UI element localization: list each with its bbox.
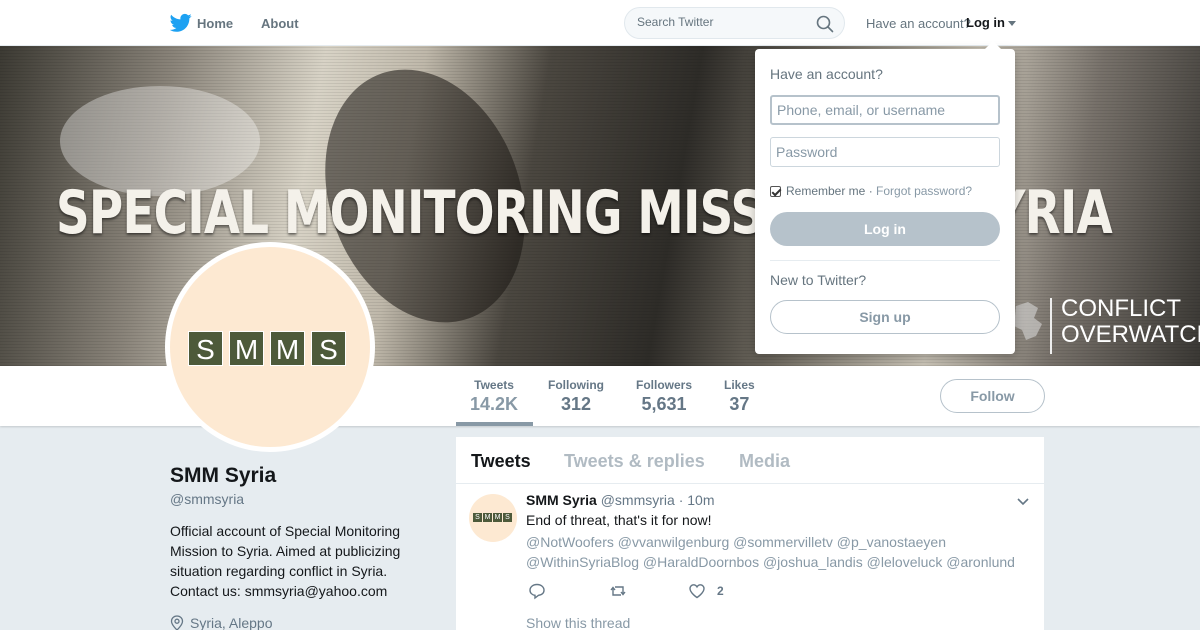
profile-location: Syria, Aleppo: [170, 615, 273, 630]
remember-me-row: Remember me · Forgot password?: [770, 184, 972, 198]
dropdown-arrow: [985, 41, 1001, 49]
profile-handle[interactable]: @smmsyria: [170, 491, 244, 507]
tab-tweets[interactable]: Tweets: [471, 451, 531, 472]
world-map-icon: [1014, 302, 1042, 340]
stat-tweets[interactable]: Tweets 14.2K: [470, 378, 518, 415]
logo-letter: M: [229, 331, 264, 366]
tweet-separator: ·: [678, 492, 684, 508]
tweet-actions: 2: [526, 582, 826, 602]
tweet-header: SMM Syria @smmsyria · 10m: [526, 492, 715, 508]
logo-letter: S: [473, 513, 482, 522]
logo-letter: S: [188, 331, 223, 366]
dropdown-divider: [770, 260, 1000, 261]
retweet-icon[interactable]: [609, 582, 627, 600]
brand-line-1: CONFLICT: [1061, 295, 1181, 322]
username-field[interactable]: [770, 95, 1000, 125]
stat-value: 37: [729, 394, 750, 414]
timeline-tabs: Tweets Tweets & replies Media: [456, 437, 1044, 484]
tweet-author-name[interactable]: SMM Syria: [526, 492, 597, 508]
tweet-text: End of threat, that's it for now!: [526, 512, 712, 528]
stat-followers[interactable]: Followers 5,631: [636, 378, 692, 415]
stat-likes[interactable]: Likes 37: [724, 378, 755, 415]
login-dropdown-toggle[interactable]: Log in: [966, 15, 1005, 30]
tab-tweets-replies[interactable]: Tweets & replies: [564, 451, 705, 472]
follow-button[interactable]: Follow: [940, 379, 1045, 413]
login-dropdown-title: Have an account?: [770, 66, 883, 82]
location-pin-icon: [170, 615, 184, 630]
like-count: 2: [717, 584, 724, 598]
reply-icon[interactable]: [528, 582, 546, 600]
stat-value: 312: [560, 394, 592, 414]
nav-about-link[interactable]: About: [261, 16, 299, 31]
forgot-password-link[interactable]: Forgot password?: [876, 184, 972, 198]
tweet-mentions[interactable]: @NotWoofers @vvanwilgenburg @sommerville…: [526, 532, 1026, 572]
stat-label: Tweets: [474, 378, 514, 392]
active-stat-indicator: [456, 422, 533, 426]
stat-label: Followers: [636, 378, 693, 392]
password-field[interactable]: [770, 137, 1000, 167]
tweet-avatar[interactable]: S M M S: [469, 494, 517, 542]
brand-divider: [1050, 298, 1052, 354]
new-to-twitter-text: New to Twitter?: [770, 272, 867, 288]
logo-letter: M: [270, 331, 305, 366]
profile-bio: Official account of Special Monitoring M…: [170, 523, 401, 599]
top-navigation: Home About Have an account? Log in: [0, 0, 1200, 46]
login-button[interactable]: Log in: [770, 212, 1000, 246]
location-text: Syria, Aleppo: [190, 615, 273, 630]
have-account-text: Have an account?: [866, 16, 971, 31]
search-icon[interactable]: [816, 15, 834, 33]
remember-separator: ·: [868, 184, 873, 198]
show-thread-link[interactable]: Show this thread: [526, 615, 630, 630]
login-dropdown: Have an account? Remember me · Forgot pa…: [755, 41, 1015, 354]
nav-home-link[interactable]: Home: [197, 16, 233, 31]
search-box: [624, 7, 845, 39]
heart-icon[interactable]: [688, 582, 706, 600]
stat-label: Following: [548, 378, 604, 392]
stat-following[interactable]: Following 312: [548, 378, 604, 415]
tweet-timestamp[interactable]: 10m: [687, 492, 714, 508]
conflict-overwatch-logo: CONFLICT OVERWATCH: [1061, 296, 1200, 348]
stat-value: 5,631: [641, 394, 687, 414]
search-input[interactable]: [637, 15, 807, 29]
signup-button[interactable]: Sign up: [770, 300, 1000, 334]
logo-letter: S: [503, 513, 512, 522]
chevron-down-icon[interactable]: [1017, 498, 1029, 506]
logo-letter: M: [483, 513, 492, 522]
smms-logo-mini: S M M S: [473, 513, 512, 522]
remember-me-label[interactable]: Remember me: [786, 184, 865, 198]
stat-label: Likes: [724, 378, 755, 392]
profile-name[interactable]: SMM Syria: [170, 464, 276, 488]
smms-logo: S M M S: [188, 331, 346, 366]
tab-media[interactable]: Media: [739, 451, 790, 472]
twitter-bird-icon[interactable]: [170, 13, 192, 33]
avatar-image: S M M S: [170, 247, 370, 447]
brand-line-2: OVERWATCH: [1061, 321, 1200, 348]
logo-letter: S: [311, 331, 346, 366]
avatar[interactable]: S M M S: [165, 242, 375, 452]
remember-me-checkbox[interactable]: [770, 185, 781, 197]
timeline: Tweets Tweets & replies Media S M M S SM…: [456, 437, 1044, 630]
tweet-author-handle[interactable]: @smmsyria: [601, 492, 675, 508]
logo-letter: M: [493, 513, 502, 522]
stat-value: 14.2K: [470, 394, 519, 414]
chevron-down-icon[interactable]: [1008, 21, 1016, 26]
